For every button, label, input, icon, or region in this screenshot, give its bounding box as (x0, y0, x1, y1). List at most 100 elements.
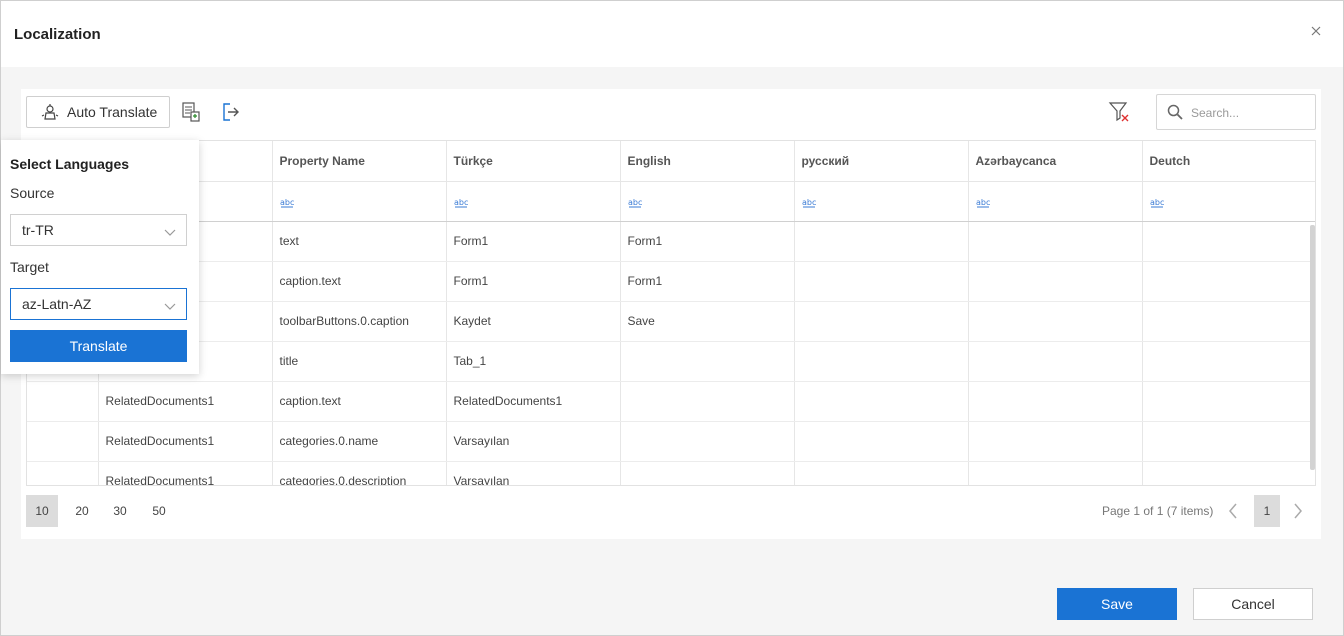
vertical-scrollbar[interactable] (1310, 225, 1315, 470)
table-cell[interactable] (968, 301, 1143, 342)
table-cell[interactable] (794, 421, 969, 462)
table-cell[interactable]: Varsayılan (446, 461, 621, 485)
table-cell[interactable]: categories.0.name (272, 421, 447, 462)
table-cell[interactable] (794, 461, 969, 485)
table-cell[interactable]: Kaydet (446, 301, 621, 342)
table-cell[interactable]: RelatedDocuments1 (98, 421, 273, 462)
text-filter-icon[interactable]: abc (976, 196, 990, 208)
table-row[interactable]: RelatedDocuments1 categories.0.name Vars… (27, 421, 1315, 462)
table-cell[interactable] (968, 341, 1143, 382)
target-select[interactable]: az-Latn-AZ (10, 288, 187, 320)
filter-cell[interactable]: abc (446, 181, 621, 222)
table-cell[interactable] (27, 461, 99, 485)
cancel-button[interactable]: Cancel (1193, 588, 1313, 620)
table-cell[interactable] (794, 221, 969, 262)
filter-cell[interactable]: abc (272, 181, 447, 222)
table-cell[interactable]: RelatedDocuments1 (98, 461, 273, 485)
page-size-20[interactable]: 20 (66, 495, 98, 527)
export-document-icon[interactable] (181, 101, 203, 123)
column-header-azerbaijani[interactable]: Azərbaycanca (968, 141, 1143, 182)
text-filter-icon[interactable]: abc (628, 196, 642, 208)
table-row[interactable]: toolbarButtons.0.caption Kaydet Save (27, 301, 1315, 342)
translate-button[interactable]: Translate (10, 330, 187, 362)
chevron-right-icon[interactable] (1289, 501, 1307, 521)
table-row[interactable]: RelatedDocuments1 caption.text RelatedDo… (27, 381, 1315, 422)
svg-text:abc: abc (802, 198, 816, 207)
page-size-30[interactable]: 30 (104, 495, 136, 527)
close-icon[interactable] (1306, 21, 1326, 41)
table-row[interactable]: title Tab_1 (27, 341, 1315, 382)
search-input[interactable] (1191, 103, 1309, 123)
table-cell[interactable] (1142, 221, 1315, 262)
table-cell[interactable] (27, 381, 99, 422)
source-select[interactable]: tr-TR (10, 214, 187, 246)
column-header-english[interactable]: English (620, 141, 795, 182)
table-cell[interactable]: title (272, 341, 447, 382)
table-cell[interactable] (1142, 261, 1315, 302)
text-filter-icon[interactable]: abc (1150, 196, 1164, 208)
table-cell[interactable] (620, 381, 795, 422)
table-cell[interactable] (1142, 461, 1315, 485)
table-cell[interactable] (27, 421, 99, 462)
chevron-left-icon[interactable] (1224, 501, 1242, 521)
dialog-header: Localization (1, 1, 1343, 67)
table-cell[interactable] (1142, 341, 1315, 382)
table-cell[interactable] (620, 461, 795, 485)
table-cell[interactable] (968, 261, 1143, 302)
table-cell[interactable]: Form1 (620, 221, 795, 262)
table-cell[interactable]: RelatedDocuments1 (98, 381, 273, 422)
table-cell[interactable] (620, 421, 795, 462)
table-cell[interactable] (794, 261, 969, 302)
auto-translate-button[interactable]: Auto Translate (26, 96, 170, 128)
table-cell[interactable] (620, 341, 795, 382)
header-row: Property Name Türkçe English русский Azə… (27, 141, 1315, 182)
column-header-turkce[interactable]: Türkçe (446, 141, 621, 182)
table-cell[interactable]: Tab_1 (446, 341, 621, 382)
search-box[interactable] (1156, 94, 1316, 130)
text-filter-icon[interactable]: abc (454, 196, 468, 208)
table-cell[interactable] (968, 381, 1143, 422)
table-cell[interactable] (1142, 421, 1315, 462)
export-icon[interactable] (220, 101, 242, 123)
table-cell[interactable] (1142, 381, 1315, 422)
page-size-10[interactable]: 10 (26, 495, 58, 527)
table-cell[interactable]: caption.text (272, 381, 447, 422)
table-cell[interactable]: text (272, 221, 447, 262)
table-cell[interactable] (794, 341, 969, 382)
table-cell[interactable]: Form1 (446, 261, 621, 302)
column-header-russian[interactable]: русский (794, 141, 969, 182)
table-cell[interactable]: Form1 (446, 221, 621, 262)
table-cell[interactable]: Save (620, 301, 795, 342)
column-header-property-name[interactable]: Property Name (272, 141, 447, 182)
filter-cell[interactable]: abc (1142, 181, 1315, 222)
page-size-50[interactable]: 50 (143, 495, 175, 527)
svg-text:abc: abc (1150, 198, 1164, 207)
clear-filter-icon[interactable] (1108, 101, 1130, 123)
filter-cell[interactable]: abc (968, 181, 1143, 222)
filter-cell[interactable]: abc (794, 181, 969, 222)
table-row[interactable]: RelatedDocuments1 categories.0.descripti… (27, 461, 1315, 485)
table-cell[interactable]: RelatedDocuments1 (446, 381, 621, 422)
page-number-button[interactable]: 1 (1254, 495, 1280, 527)
table-cell[interactable] (968, 221, 1143, 262)
table-cell[interactable] (794, 381, 969, 422)
table-cell[interactable] (968, 421, 1143, 462)
table-cell[interactable]: categories.0.description (272, 461, 447, 485)
auto-translate-label: Auto Translate (67, 104, 158, 120)
table-cell[interactable] (968, 461, 1143, 485)
column-header-deutch[interactable]: Deutch (1142, 141, 1315, 182)
table-cell[interactable]: toolbarButtons.0.caption (272, 301, 447, 342)
table-cell[interactable] (1142, 301, 1315, 342)
save-button[interactable]: Save (1057, 588, 1177, 620)
text-filter-icon[interactable]: abc (802, 196, 816, 208)
table-row[interactable]: text Form1 Form1 (27, 221, 1315, 262)
source-value: tr-TR (22, 222, 54, 238)
table-row[interactable]: caption.text Form1 Form1 (27, 261, 1315, 302)
text-filter-icon[interactable]: abc (280, 196, 294, 208)
svg-text:abc: abc (976, 198, 990, 207)
table-cell[interactable]: Varsayılan (446, 421, 621, 462)
table-cell[interactable] (794, 301, 969, 342)
table-cell[interactable]: Form1 (620, 261, 795, 302)
filter-cell[interactable]: abc (620, 181, 795, 222)
table-cell[interactable]: caption.text (272, 261, 447, 302)
